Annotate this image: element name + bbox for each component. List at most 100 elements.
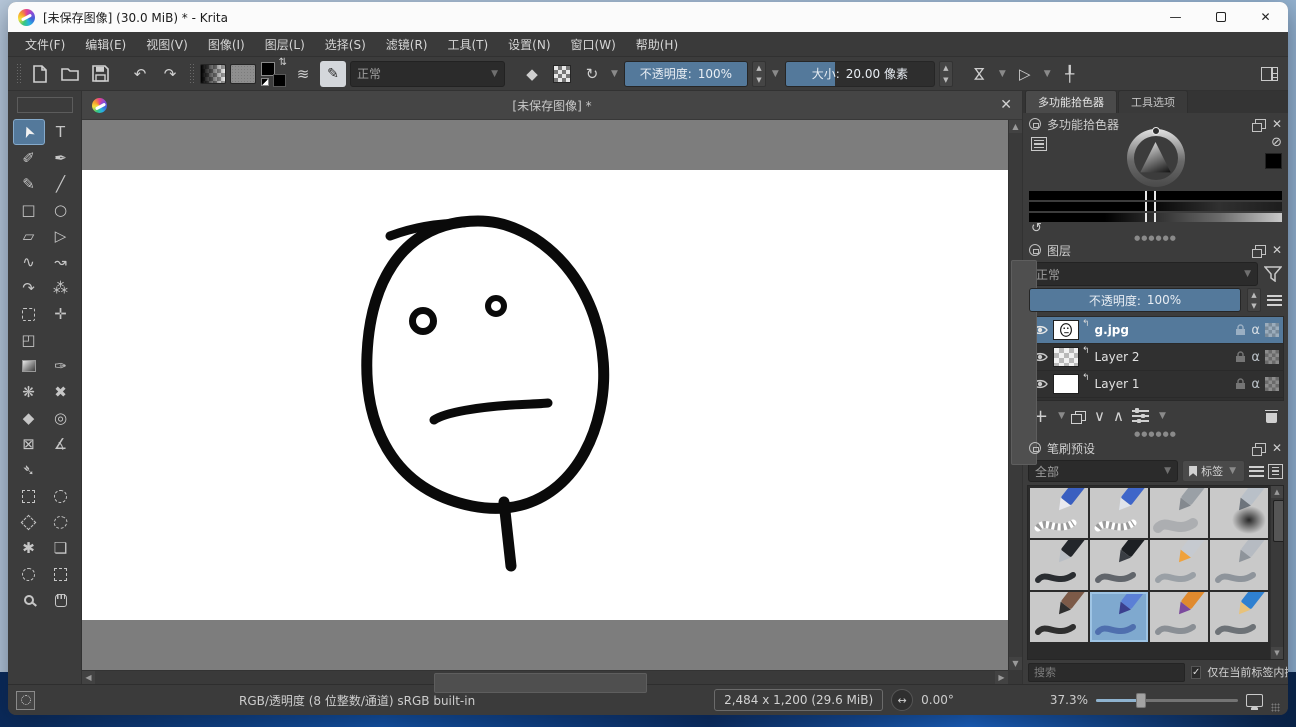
scroll-down-icon[interactable]: ▼: [1009, 657, 1022, 670]
refresh-color-history-icon[interactable]: ↺: [1031, 222, 1042, 235]
wrap-around-mode-button[interactable]: ╀: [1057, 61, 1083, 87]
layer-opacity-spinner[interactable]: ▲▼: [1247, 288, 1261, 312]
brush-preset-dark-brush[interactable]: [1030, 592, 1088, 642]
tool-color-sampler[interactable]: ✑: [45, 353, 77, 379]
chevron-down-icon[interactable]: ▼: [1056, 411, 1067, 421]
pattern-chooser[interactable]: [230, 64, 256, 84]
brush-option-slider-icon[interactable]: ≋: [290, 61, 316, 87]
menu-item-1[interactable]: 编辑(E): [76, 33, 135, 56]
color-triangle[interactable]: [1136, 138, 1176, 178]
brush-size-slider[interactable]: 大小:20.00 像素: [785, 61, 935, 87]
vertical-scrollbar[interactable]: ▲ ▼: [1008, 120, 1022, 670]
menu-item-5[interactable]: 选择(S): [316, 33, 375, 56]
close-document-icon[interactable]: ✕: [1000, 97, 1012, 113]
float-docker-icon[interactable]: [1255, 119, 1266, 129]
inherit-alpha-icon[interactable]: [1265, 377, 1279, 391]
maximize-button[interactable]: [1198, 2, 1243, 32]
preset-search-input[interactable]: [1028, 663, 1185, 682]
canvas-viewport[interactable]: ▲ ▼ ◀ ▶: [82, 120, 1022, 684]
layer-row-layer1[interactable]: ↰ Layer 1 α: [1028, 371, 1283, 398]
float-docker-icon[interactable]: [1255, 443, 1266, 453]
resize-grip[interactable]: [1271, 703, 1280, 712]
layer-lock-icon[interactable]: [1235, 351, 1246, 363]
tool-dynamic-brush[interactable]: ↷: [13, 275, 45, 301]
layer-lock-icon[interactable]: [1235, 324, 1246, 336]
move-layer-up-button[interactable]: ∧: [1113, 407, 1124, 425]
brush-preset-eraser-small[interactable]: [1090, 488, 1148, 538]
layer-alpha-icon[interactable]: α: [1251, 377, 1260, 392]
edit-brush-settings-button[interactable]: ✎: [320, 61, 346, 87]
tool-assistants[interactable]: ➴: [13, 457, 45, 483]
zoom-slider-thumb[interactable]: [1136, 693, 1146, 708]
brush-preset-detail-brush[interactable]: [1150, 592, 1208, 642]
scroll-right-icon[interactable]: ▶: [995, 671, 1008, 684]
brush-preset-marker[interactable]: [1090, 540, 1148, 590]
tool-reference-images[interactable]: ⊠: [13, 431, 45, 457]
scroll-left-icon[interactable]: ◀: [82, 671, 95, 684]
new-document-button[interactable]: [27, 61, 53, 87]
inherit-alpha-icon[interactable]: [1265, 323, 1279, 337]
preset-filter-dropdown[interactable]: 全部 ▼: [1028, 460, 1178, 482]
tool-polyline[interactable]: ▷: [45, 223, 77, 249]
tool-freehand-path[interactable]: ↝: [45, 249, 77, 275]
tool-enclose-fill[interactable]: ◎: [45, 405, 77, 431]
menu-item-2[interactable]: 视图(V): [137, 33, 197, 56]
undo-button[interactable]: ↶: [127, 61, 153, 87]
hscroll-thumb[interactable]: [434, 673, 647, 693]
brush-preset-eraser-soft[interactable]: [1150, 488, 1208, 538]
tool-bezier-curve[interactable]: ∿: [13, 249, 45, 275]
tool-smart-patch[interactable]: ❋: [13, 379, 45, 405]
zoom-slider[interactable]: [1096, 692, 1238, 708]
tool-crop[interactable]: ◰: [13, 327, 45, 353]
duplicate-layer-button[interactable]: [1075, 411, 1086, 421]
chevron-down-icon[interactable]: ▼: [1157, 411, 1168, 421]
tool-measure[interactable]: ∡: [45, 431, 77, 457]
foreground-background-colors[interactable]: ⇅: [260, 61, 286, 87]
eraser-mode-button[interactable]: ◆: [519, 61, 545, 87]
menu-item-7[interactable]: 工具(T): [438, 33, 497, 56]
tool-transform[interactable]: [13, 301, 45, 327]
selection-display-icon[interactable]: [16, 691, 35, 710]
toolbar-drag-handle[interactable]: [16, 63, 21, 85]
menu-item-4[interactable]: 图层(L): [256, 33, 314, 56]
tab-tool-options[interactable]: 工具选项: [1118, 90, 1188, 113]
menu-item-0[interactable]: 文件(F): [16, 33, 74, 56]
layer-alpha-icon[interactable]: α: [1251, 323, 1260, 338]
tool-magnetic-select[interactable]: [45, 561, 77, 587]
docker-splitter[interactable]: ●●●●●●: [1023, 235, 1288, 241]
brush-preset-block-eraser[interactable]: [1030, 488, 1088, 538]
tool-multibrush[interactable]: ⁂: [45, 275, 77, 301]
chevron-down-icon[interactable]: ▼: [609, 69, 620, 79]
move-layer-down-button[interactable]: ∨: [1094, 407, 1105, 425]
gradient-chooser[interactable]: [200, 64, 226, 84]
lock-docker-icon[interactable]: [1029, 442, 1041, 454]
float-docker-icon[interactable]: [1255, 245, 1266, 255]
layer-row-layer2[interactable]: ↰ Layer 2 α: [1028, 344, 1283, 371]
tool-pan[interactable]: [45, 587, 77, 613]
tool-polygon[interactable]: ▱: [13, 223, 45, 249]
tool-polygonal-select[interactable]: [13, 509, 45, 535]
tool-select-shapes[interactable]: ➤: [13, 119, 45, 145]
chevron-down-icon[interactable]: ▼: [997, 69, 1008, 79]
menu-item-9[interactable]: 窗口(W): [562, 33, 625, 56]
opacity-spinner[interactable]: ▲▼: [752, 61, 766, 87]
tool-similar-color-select[interactable]: ❏: [45, 535, 77, 561]
preset-scrollbar[interactable]: ▲ ▼: [1270, 486, 1283, 659]
scroll-up-icon[interactable]: ▲: [1009, 120, 1022, 133]
color-selector-settings-icon[interactable]: [1031, 137, 1047, 151]
size-spinner[interactable]: ▲▼: [939, 61, 953, 87]
layer-filter-icon[interactable]: [1264, 266, 1282, 282]
blending-mode-dropdown[interactable]: 正常 ▼: [350, 61, 505, 87]
chevron-down-icon[interactable]: ▼: [770, 69, 781, 79]
mirror-horizontal-button[interactable]: ⋈: [967, 61, 993, 87]
workspace-chooser-button[interactable]: [1256, 61, 1282, 87]
tool-colorize-mask[interactable]: ✖: [45, 379, 77, 405]
chevron-down-icon[interactable]: ▼: [1042, 69, 1053, 79]
tool-rectangle[interactable]: □: [13, 197, 45, 223]
layer-row-gjpg[interactable]: ↰ g.jpg α: [1028, 317, 1283, 344]
tool-bezier-select[interactable]: [13, 561, 45, 587]
tool-line[interactable]: ╱: [45, 171, 77, 197]
brush-preset-airbrush-soft[interactable]: [1210, 488, 1268, 538]
tool-gradient[interactable]: [13, 353, 45, 379]
tool-edit-shapes[interactable]: ✐: [13, 145, 45, 171]
